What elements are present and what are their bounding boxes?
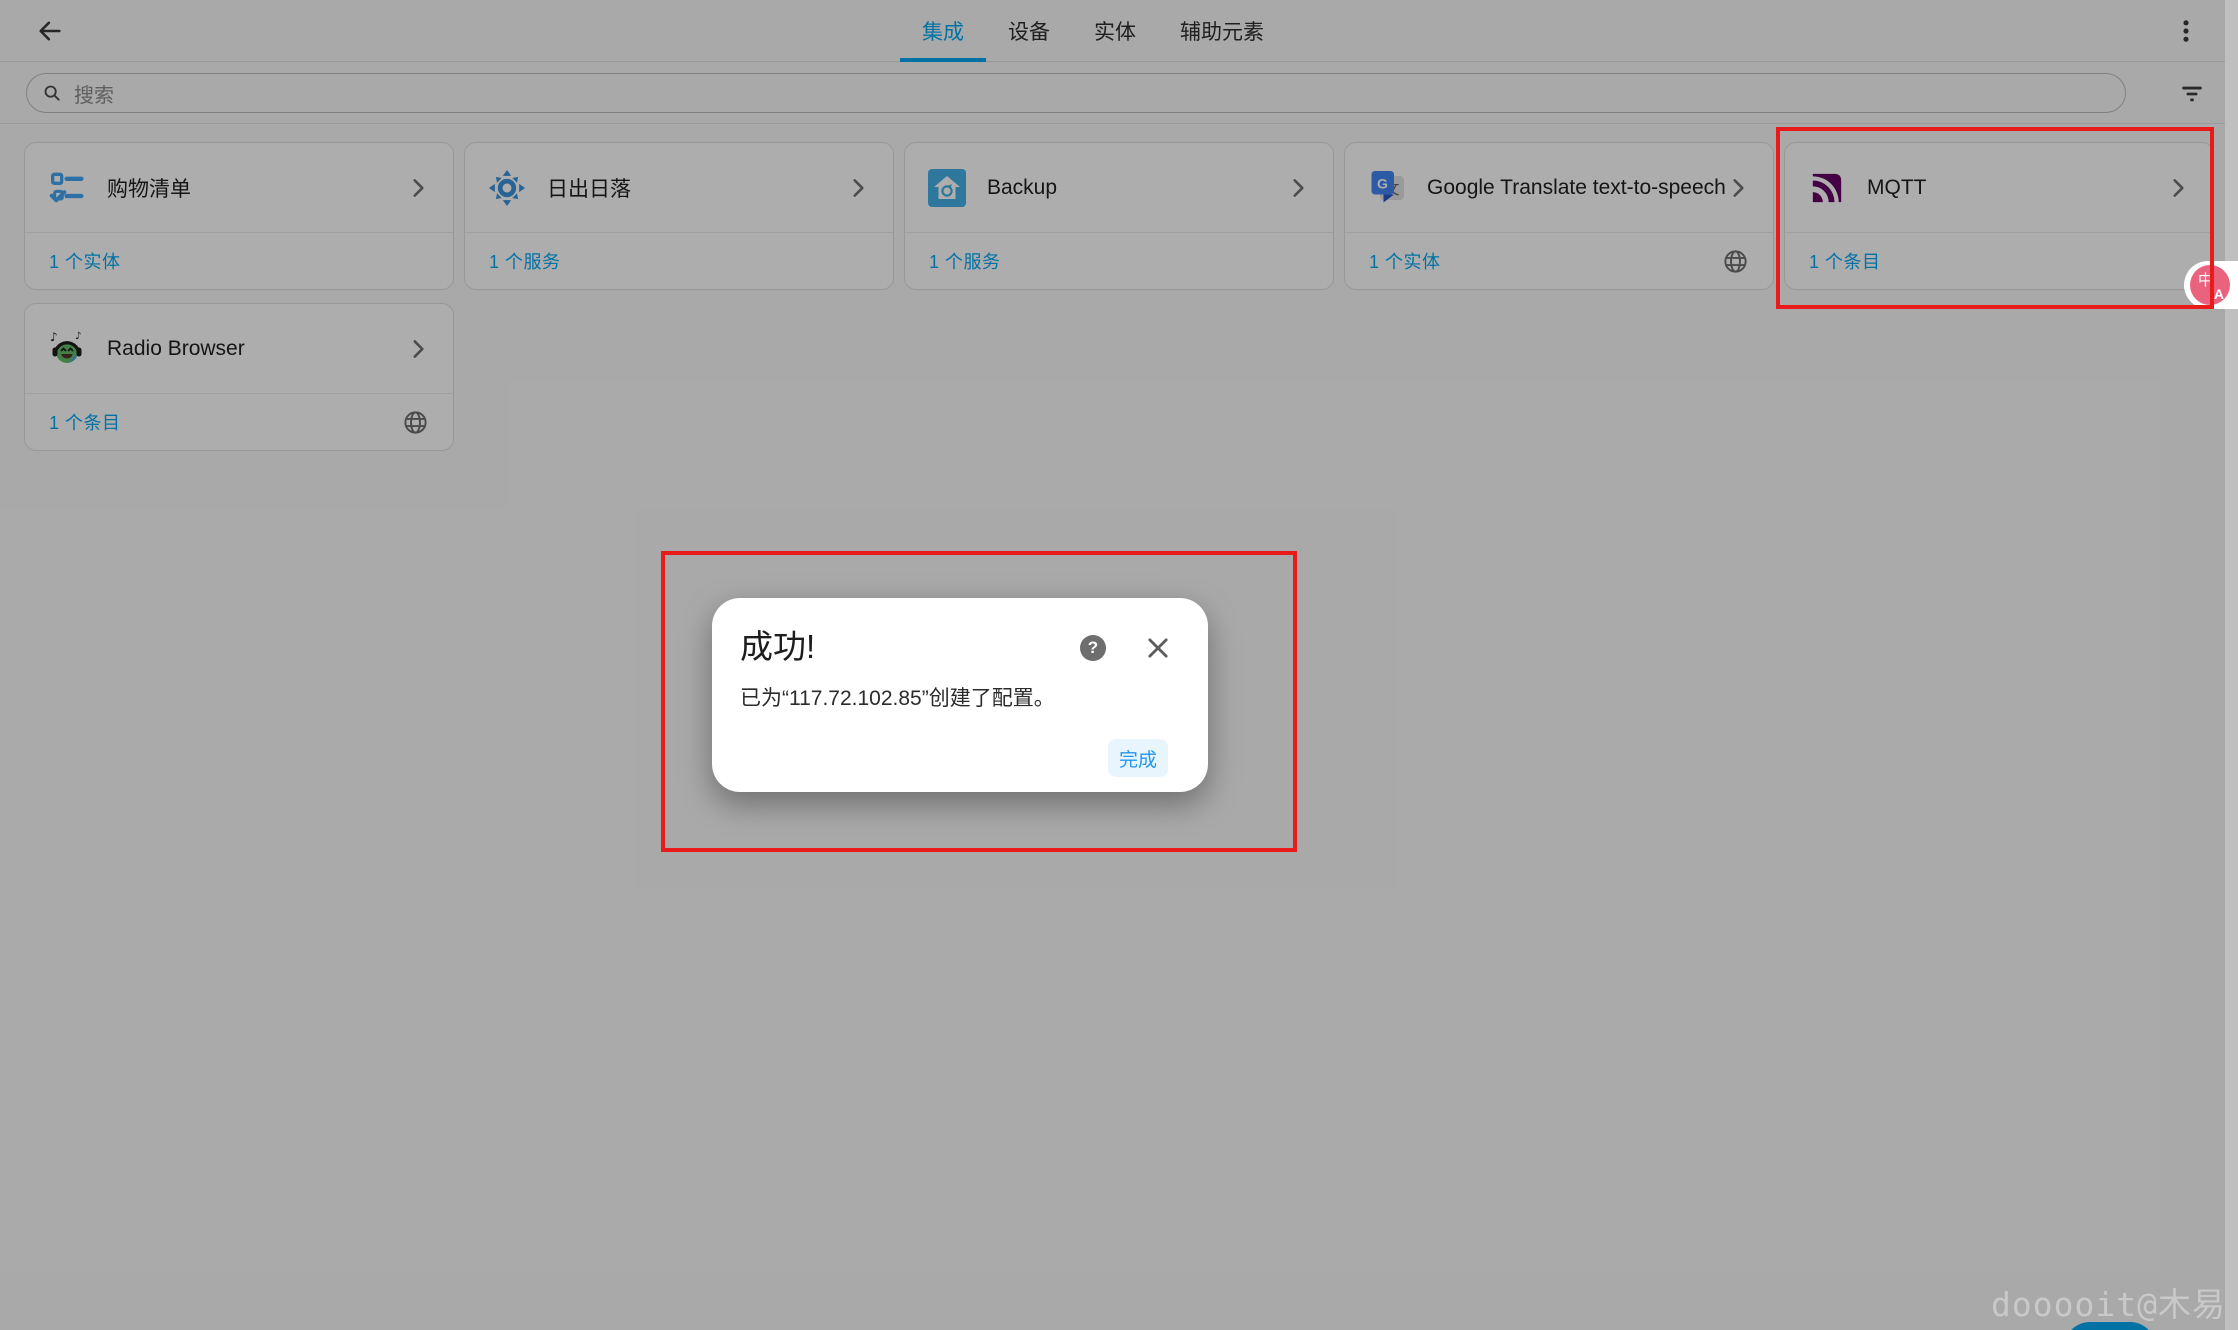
success-dialog: 成功! ? 已为“117.72.102.85”创建了配置。 完成 [712, 598, 1208, 792]
dialog-title: 成功! [740, 628, 816, 665]
translate-badge-glyph-top: 中 [2198, 272, 2214, 289]
translate-badge-icon[interactable]: 中 A [2190, 265, 2230, 305]
help-icon[interactable]: ? [1080, 635, 1106, 661]
translate-badge-glyph-bottom: A [2213, 286, 2224, 302]
translate-badge-pill: 中 A [2184, 261, 2238, 309]
close-icon[interactable] [1144, 634, 1172, 662]
scrollbar[interactable] [2225, 0, 2238, 1330]
dialog-message: 已为“117.72.102.85”创建了配置。 [740, 687, 1055, 710]
done-button[interactable]: 完成 [1108, 739, 1169, 777]
help-glyph: ? [1087, 638, 1099, 657]
